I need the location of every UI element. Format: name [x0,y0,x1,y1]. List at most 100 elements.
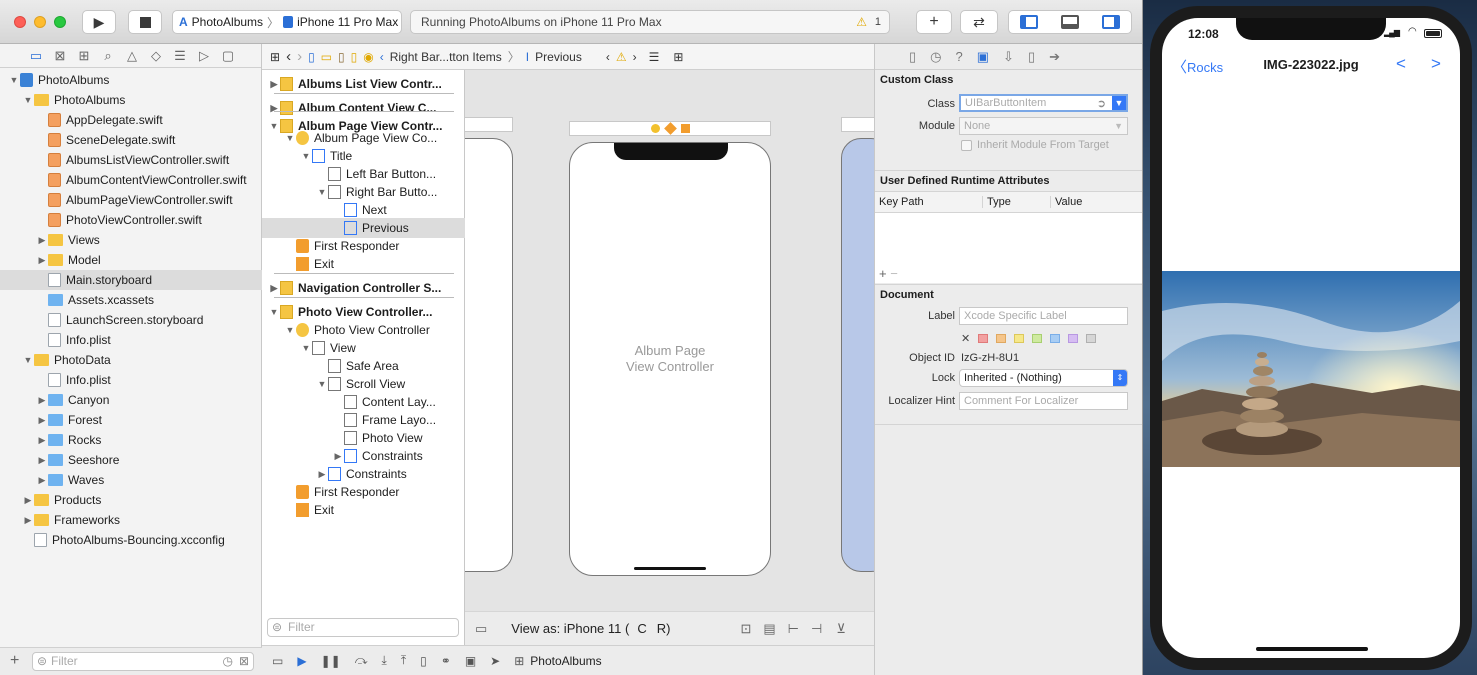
navigator-item-albumpageviewcontroller-swift[interactable]: AlbumPageViewController.swift [0,190,262,210]
remove-attribute-icon[interactable]: − [890,266,898,281]
jump-folder-icon[interactable]: ▭ [321,50,332,64]
disclosure-closed-icon[interactable]: ▶ [316,469,328,480]
pin-icon[interactable]: ⊣ [811,621,822,637]
outline-item-photo-view-controller[interactable]: ▼ Photo View Controller [262,320,465,340]
navigator-item-albumcontentviewcontroller-swift[interactable]: AlbumContentViewController.swift [0,170,262,190]
navigator-item-model[interactable]: ▶ Model [0,250,262,270]
disclosure-open-icon[interactable]: ▼ [300,151,312,161]
step-out-icon[interactable]: ⤒ [401,653,406,668]
class-field[interactable]: UIBarButtonItem ➲ ▼ [959,94,1128,112]
navigator-item-photoalbums[interactable]: ▼ PhotoAlbums [0,90,262,110]
test-icon[interactable]: ◇ [146,48,166,64]
step-over-icon[interactable]: ⤼ [355,653,368,668]
outline-item-photo-view-controller[interactable]: ▼ Photo View Controller... [262,302,465,322]
outline-filter-field[interactable]: ⊜ Filter [267,618,459,637]
disclosure-open-icon[interactable]: ▼ [284,133,296,143]
navigator-item-canyon[interactable]: ▶ Canyon [0,390,262,410]
minimize-window-button[interactable] [34,16,46,28]
debug-target-label[interactable]: PhotoAlbums [530,654,601,668]
navigator-item-rocks[interactable]: ▶ Rocks [0,430,262,450]
navigator-item-albumslistviewcontroller-swift[interactable]: AlbumsListViewController.swift [0,150,262,170]
outline-item-right-bar-butto[interactable]: ▼ Right Bar Butto... [262,182,465,202]
outline-item-album-content-view-c[interactable]: ▶ Album Content View C... [262,98,465,118]
identity-inspector-icon[interactable]: ▣ [977,49,989,65]
pause-icon[interactable]: ❚❚ [321,654,341,668]
align-icon[interactable]: ⊢ [788,621,799,637]
jump-file-icon[interactable]: ▯ [308,50,315,64]
warning-icon[interactable]: ⚠ [856,15,867,29]
navigator-item-scenedelegate-swift[interactable]: SceneDelegate.swift [0,130,262,150]
navigator-item-seeshore[interactable]: ▶ Seeshore [0,450,262,470]
navigator-item-products[interactable]: ▶ Products [0,490,262,510]
outline-item-scroll-view[interactable]: ▼ Scroll View [262,374,465,394]
outline-item-navigation-controller-s[interactable]: ▶ Navigation Controller S... [262,278,465,298]
back-arrow-icon[interactable]: ‹ [286,48,291,65]
disclosure-open-icon[interactable]: ▼ [22,355,34,365]
yellow-swatch[interactable] [1014,334,1025,343]
source-control-icon[interactable]: ⊠ [50,48,70,64]
disclosure-open-icon[interactable]: ▼ [316,379,328,389]
navigator-item-waves[interactable]: ▶ Waves [0,470,262,490]
outline-item-exit[interactable]: Exit [262,500,465,520]
col-keypath[interactable]: Key Path [875,196,983,208]
disclosure-closed-icon[interactable]: ▶ [36,435,48,446]
outline-item-previous[interactable]: Previous [262,218,465,238]
col-value[interactable]: Value [1051,196,1082,208]
navigator-item-main-storyboard[interactable]: Main.storyboard [0,270,262,290]
history-inspector-icon[interactable]: ◷ [930,49,941,65]
blue-swatch[interactable] [1050,334,1061,343]
clear-color-icon[interactable]: ✕ [961,332,970,345]
inspector-toggle-icon[interactable] [1101,15,1120,29]
zoom-window-button[interactable] [54,16,66,28]
environment-icon[interactable]: ▣ [465,654,476,668]
localizer-hint-field[interactable]: Comment For Localizer [959,392,1128,410]
jump-crumb-right-bar-items[interactable]: Right Bar...tton Items [390,50,502,64]
outline-item-albums-list-view-contr[interactable]: ▶ Albums List View Contr... [262,74,465,94]
update-frames-icon[interactable]: ⊡ [740,621,751,637]
go-to-icon[interactable]: ➲ [1097,97,1106,110]
connections-inspector-icon[interactable]: ➔ [1049,49,1060,65]
run-button[interactable]: ▶ [82,10,116,34]
right-scene[interactable] [841,138,874,572]
left-scene[interactable] [465,138,513,572]
disclosure-closed-icon[interactable]: ▶ [36,455,48,466]
disclosure-open-icon[interactable]: ▼ [8,75,20,85]
outline-item-album-page-view-co[interactable]: ▼ Album Page View Co... [262,128,465,148]
outline-item-first-responder[interactable]: First Responder [262,236,465,256]
issue-next-icon[interactable]: › [633,50,637,64]
navigator-filter-field[interactable]: ⊜ Filter ◷ ⊠ [32,652,254,671]
close-window-button[interactable] [14,16,26,28]
disclosure-closed-icon[interactable]: ▶ [36,395,48,406]
scheme-selector[interactable]: A PhotoAlbums 〉 iPhone 11 Pro Max [172,10,402,34]
navigator-item-launchscreen-storyboard[interactable]: LaunchScreen.storyboard [0,310,262,330]
code-review-button[interactable]: ⇄ [960,10,998,34]
udra-table-body[interactable] [875,213,1142,269]
col-type[interactable]: Type [983,196,1051,208]
outline-item-view[interactable]: ▼ View [262,338,465,358]
help-inspector-icon[interactable]: ? [956,49,963,64]
hide-debug-icon[interactable]: ▭ [272,654,283,668]
outline-item-constraints[interactable]: ▶ Constraints [262,446,465,466]
outline-item-safe-area[interactable]: Safe Area [262,356,465,376]
jump-crumb-previous[interactable]: Previous [535,50,582,64]
toggle-outline-icon[interactable]: ▭ [475,621,487,637]
jump-vc-icon[interactable]: ◉ [363,50,373,64]
class-dropdown-icon[interactable]: ▼ [1112,96,1126,110]
search-icon[interactable]: ⌕ [98,48,118,64]
disclosure-open-icon[interactable]: ▼ [22,95,34,105]
report-icon[interactable]: ▢ [218,48,238,64]
related-items-icon[interactable]: ⊞ [270,50,280,64]
resolve-icon[interactable]: ⊻ [836,621,846,637]
stop-button[interactable] [128,10,162,34]
navigator-item-frameworks[interactable]: ▶ Frameworks [0,510,262,530]
navigator-item-forest[interactable]: ▶ Forest [0,410,262,430]
disclosure-closed-icon[interactable]: ▶ [36,235,48,246]
disclosure-closed-icon[interactable]: ▶ [268,79,280,90]
navigator-item-photoalbums[interactable]: ▼ PhotoAlbums [0,70,262,90]
disclosure-open-icon[interactable]: ▼ [284,325,296,335]
disclosure-open-icon[interactable]: ▼ [268,307,280,317]
disclosure-closed-icon[interactable]: ▶ [268,283,280,294]
breakpoint-icon[interactable]: ▷ [194,48,214,64]
lock-select[interactable]: Inherited - (Nothing) ⇕ [959,369,1128,387]
outline-item-next[interactable]: Next [262,200,465,220]
